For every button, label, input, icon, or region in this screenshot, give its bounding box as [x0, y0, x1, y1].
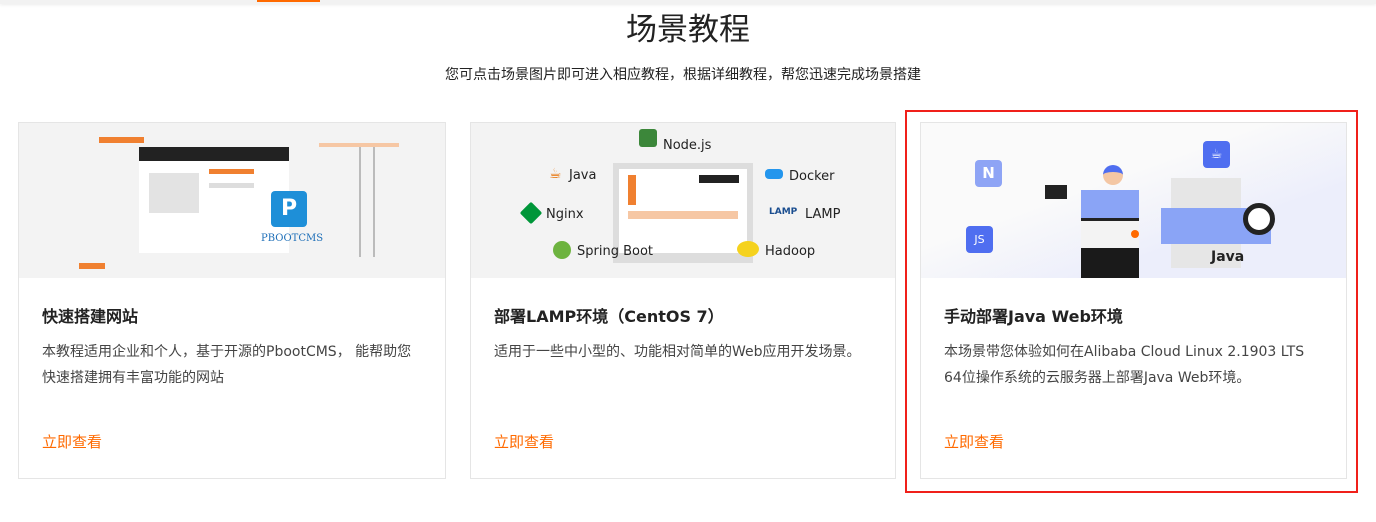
- nodejs-icon: [639, 129, 657, 147]
- pbootcms-logo-text: PBOOTCMS: [261, 233, 324, 244]
- java-label: Java: [569, 168, 597, 183]
- view-now-link[interactable]: 立即查看: [42, 431, 102, 452]
- card-description: 适用于一些中小型的、功能相对简单的Web应用开发场景。: [494, 344, 861, 360]
- docker-icon: [765, 169, 783, 179]
- view-now-link[interactable]: 立即查看: [494, 431, 554, 452]
- docker-label: Docker: [789, 169, 835, 184]
- page-title: 场景教程: [626, 12, 750, 48]
- lamp-icon: LAMP: [769, 207, 798, 217]
- card-image-pbootcms[interactable]: P PBOOTCMS: [19, 123, 445, 278]
- lamp-label: LAMP: [805, 207, 841, 222]
- tutorial-card-pbootcms[interactable]: P PBOOTCMS 快速搭建网站 本教程适用企业和个人，基于开源的PbootC…: [18, 122, 446, 479]
- card-title: 快速搭建网站: [42, 307, 139, 326]
- spring-boot-icon: [553, 241, 571, 259]
- card-title: 部署LAMP环境（CentOS 7）: [494, 307, 724, 326]
- tutorial-card-lamp[interactable]: Node.js ☕ Java Docker Nginx LAMP LAMP Sp…: [470, 122, 896, 479]
- nginx-icon: [519, 201, 543, 225]
- page-subtitle: 您可点击场景图片即可进入相应教程，根据详细教程，帮您迅速完成场景搭建: [445, 67, 921, 83]
- card-image-lamp[interactable]: Node.js ☕ Java Docker Nginx LAMP LAMP Sp…: [471, 123, 895, 278]
- highlight-box: [905, 110, 1358, 493]
- nodejs-label: Node.js: [663, 138, 712, 153]
- card-description: 本教程适用企业和个人，基于开源的PbootCMS， 能帮助您快速搭建拥有丰富功能…: [42, 344, 412, 386]
- active-tab-indicator: [257, 0, 320, 2]
- java-icon: ☕: [549, 166, 562, 182]
- spring-boot-label: Spring Boot: [577, 244, 654, 259]
- nginx-label: Nginx: [546, 207, 584, 222]
- hadoop-label: Hadoop: [765, 244, 816, 259]
- pbootcms-logo-icon: P: [271, 191, 307, 227]
- hadoop-icon: [737, 241, 759, 257]
